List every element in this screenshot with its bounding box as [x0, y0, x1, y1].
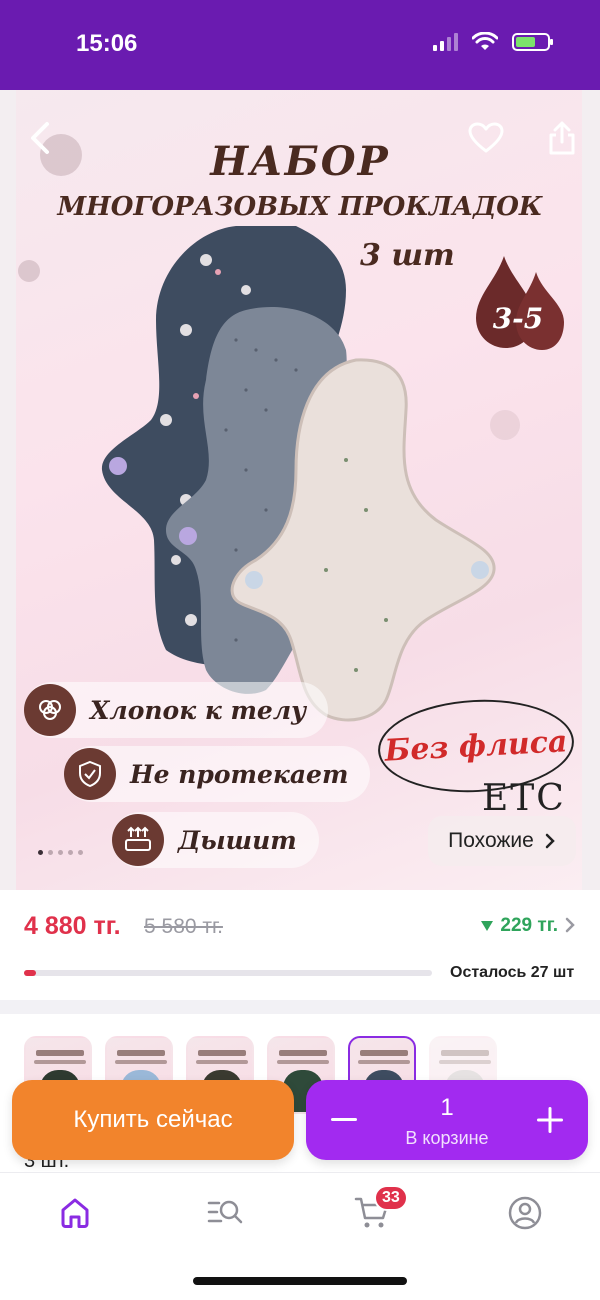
similar-label: Похожие: [448, 829, 534, 852]
slide-indicator: [38, 850, 83, 855]
chevron-right-icon[interactable]: [564, 916, 576, 934]
status-time: 15:06: [76, 30, 138, 57]
down-triangle-icon: [481, 921, 494, 931]
feature-cotton: Хлопок к телу: [24, 682, 329, 738]
bottom-tab-bar: 33: [0, 1172, 600, 1300]
feature-breathable-label: Дышит: [178, 825, 297, 855]
stock-progress: [24, 970, 432, 976]
home-indicator: [193, 1277, 407, 1285]
profile-icon: [508, 1196, 542, 1230]
feature-cotton-label: Хлопок к телу: [90, 695, 307, 725]
cotton-icon: [24, 684, 76, 736]
status-icons: [433, 32, 553, 52]
no-fleece-label: Без флиса: [383, 723, 569, 769]
shield-icon: [64, 748, 116, 800]
price-row[interactable]: 4 880 тг. 5 580 тг. 229 тг.: [24, 912, 576, 946]
stock-remaining: Осталось 27 шт: [450, 964, 575, 981]
brand-mark: ETC: [482, 778, 566, 819]
signal-icon: [433, 33, 458, 51]
tab-home[interactable]: [45, 1191, 105, 1235]
feature-leakproof-label: Не протекает: [130, 759, 349, 789]
feature-leakproof: Не протекает: [64, 746, 371, 802]
pads-illustration: [101, 226, 496, 722]
current-price: 4 880 тг.: [24, 912, 121, 940]
product-image[interactable]: НАБОР МНОГОРАЗОВЫХ ПРОКЛАДОК 3 шт 3-5 Хл: [0, 90, 600, 890]
cart-quantity-control: 1 В корзине: [306, 1080, 588, 1160]
battery-icon: [512, 33, 553, 51]
status-bar: 15:06: [0, 0, 600, 90]
home-icon: [61, 1198, 89, 1228]
increase-quantity-button[interactable]: [528, 1098, 572, 1142]
plus-icon: [537, 1107, 563, 1133]
tab-profile[interactable]: [495, 1191, 555, 1235]
feature-breathable: Дышит: [112, 812, 319, 868]
price-drop: 229 тг.: [480, 915, 558, 937]
hero-title: НАБОР: [210, 138, 390, 185]
hero-subtitle: МНОГОРАЗОВЫХ ПРОКЛАДОК: [57, 192, 543, 222]
breathable-icon: [112, 814, 164, 866]
section-divider: [0, 1000, 600, 1014]
wifi-icon: [472, 32, 498, 50]
similar-button[interactable]: Похожие: [428, 816, 576, 866]
price-drop-value: 229 тг.: [500, 915, 558, 936]
cart-badge: 33: [374, 1185, 408, 1211]
buy-now-button[interactable]: Купить сейчас: [12, 1080, 294, 1160]
chevron-right-icon: [545, 833, 555, 849]
old-price: 5 580 тг.: [144, 915, 223, 938]
catalog-search-icon: [207, 1200, 243, 1224]
tab-catalog[interactable]: [195, 1191, 255, 1235]
